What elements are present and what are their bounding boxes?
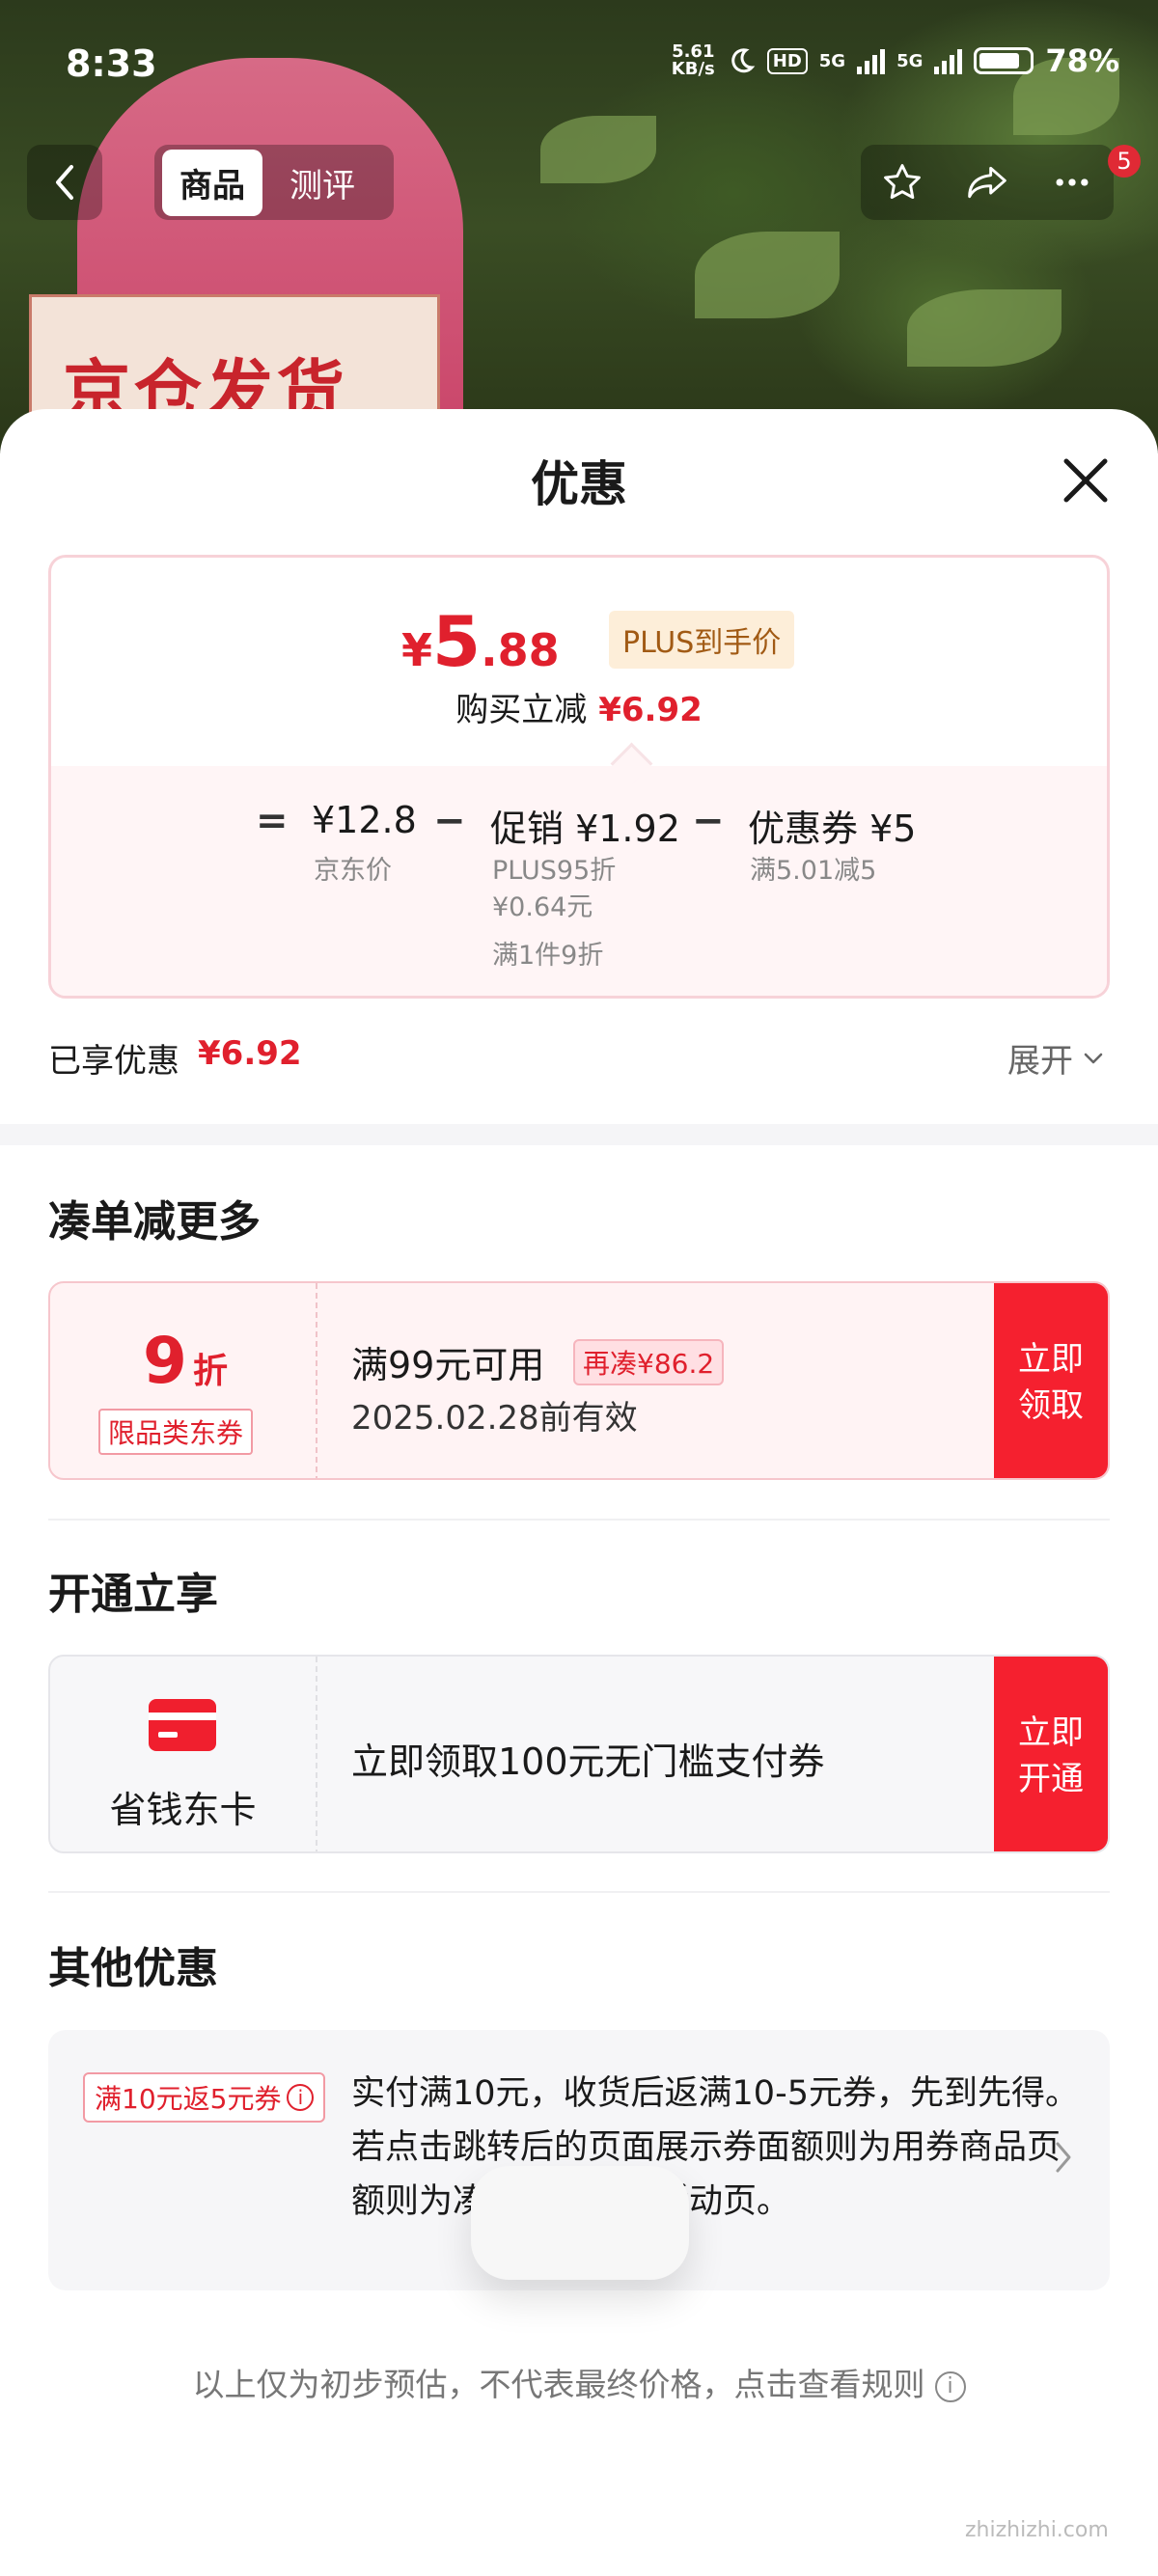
savings-card-brand: 省钱东卡 <box>50 1657 317 1851</box>
savings-card-offer: 省钱东卡 立即领取100元无门槛支付券 立即 开通 <box>48 1655 1110 1853</box>
battery-percent: 78% <box>1045 42 1119 79</box>
sheet-title: 优惠 <box>531 456 627 512</box>
promo-detail-plus: PLUS95折 <box>492 856 617 886</box>
coupon-discount-area: 9 折 限品类东券 <box>50 1283 317 1478</box>
battery-icon <box>974 47 1034 74</box>
savings-card-name: 省钱东卡 <box>109 1789 257 1831</box>
coupon-detail: 满5.01减5 <box>750 856 877 886</box>
enjoyed-discount-value: ¥6.92 <box>198 1034 302 1073</box>
signal-strength-icon <box>934 47 963 74</box>
section-title-open: 开通立享 <box>48 1570 218 1619</box>
signal-2-label: 5G <box>896 50 924 71</box>
open-button-line1: 立即 <box>1018 1713 1084 1752</box>
jd-price-label: 京东价 <box>314 856 392 886</box>
final-price-currency: ¥ <box>401 624 433 676</box>
chevron-left-icon <box>56 165 73 200</box>
minus-sign: − <box>692 799 725 843</box>
leaf-decoration <box>695 232 840 318</box>
final-price-decimal: .88 <box>481 624 560 676</box>
divider <box>48 1519 1110 1521</box>
claim-button-line1: 立即 <box>1018 1340 1084 1379</box>
footer-disclaimer-text: 以上仅为初步预估，不代表最终价格，点击查看规则 <box>192 2366 925 2403</box>
savings-card-desc: 立即领取100元无门槛支付券 <box>351 1740 825 1783</box>
bundle-coupon-card: 9 折 限品类东券 满99元可用 再凑¥86.2 2025.02.28前有效 立… <box>48 1281 1110 1480</box>
share-icon[interactable] <box>964 161 1010 204</box>
promo-discount: 促销 ¥1.92 <box>490 808 680 850</box>
info-icon[interactable]: i <box>287 2084 315 2111</box>
coupon-discount-number: 9 <box>143 1324 187 1398</box>
section-title-bundle: 凑单减更多 <box>48 1197 261 1247</box>
status-time: 8:33 <box>66 42 157 85</box>
promo-detail-quantity: 满1件9折 <box>492 941 604 971</box>
tab-product[interactable]: 商品 <box>162 149 262 216</box>
coupon-condition: 满99元可用 <box>351 1344 545 1386</box>
network-speed: 5.61 KB/s <box>672 43 715 78</box>
coupon-discount-unit: 折 <box>192 1352 228 1391</box>
card-icon <box>149 1699 216 1751</box>
product-tabs: 商品 测评 <box>154 145 394 220</box>
minus-sign: − <box>433 799 466 843</box>
buy-discount-label: 购买立减 <box>455 691 588 729</box>
leaf-decoration <box>540 116 656 183</box>
final-price-integer: 5 <box>432 601 482 682</box>
footer-disclaimer[interactable]: 以上仅为初步预估，不代表最终价格，点击查看规则 i <box>0 2359 1158 2405</box>
back-button[interactable] <box>27 145 102 220</box>
expand-label: 展开 <box>1007 1042 1073 1081</box>
leaf-decoration <box>907 289 1062 367</box>
signal-strength-icon <box>857 47 886 74</box>
buy-discount-line: 购买立减 ¥6.92 <box>51 683 1107 730</box>
equals-sign: = <box>256 799 289 843</box>
coupon-discount: 优惠券 ¥5 <box>748 808 917 850</box>
section-title-other: 其他优惠 <box>48 1944 218 1993</box>
tab-review[interactable]: 测评 <box>272 150 372 216</box>
enjoyed-discount-label: 已享优惠 <box>48 1042 179 1081</box>
section-divider <box>0 1124 1158 1145</box>
signal-1-label: 5G <box>818 50 846 71</box>
more-icon[interactable] <box>1051 161 1093 204</box>
hd-voice-icon: HD <box>766 47 808 74</box>
claim-button-line2: 领取 <box>1018 1386 1084 1425</box>
chevron-right-icon <box>1056 2142 1071 2173</box>
plus-price-tag: PLUS到手价 <box>609 611 795 669</box>
network-speed-unit: KB/s <box>671 59 715 79</box>
star-icon[interactable] <box>881 161 924 204</box>
final-price: ¥ 5 .88 <box>401 601 560 682</box>
promo-detail-amount: ¥0.64元 <box>492 892 593 922</box>
coupon-expiry: 2025.02.28前有效 <box>351 1399 638 1438</box>
notification-badge: 5 <box>1108 145 1141 178</box>
open-card-button[interactable]: 立即 开通 <box>994 1657 1108 1851</box>
rebate-tag: 满10元返5元券 i <box>83 2072 326 2123</box>
watermark: zhizhizhi.com <box>965 2518 1109 2542</box>
info-icon[interactable]: i <box>934 2370 966 2402</box>
floating-overlay <box>471 2166 689 2280</box>
status-bar-right: 5.61 KB/s HD 5G 5G 78% <box>672 42 1119 79</box>
coupon-type-tag: 限品类东券 <box>98 1409 254 1455</box>
expand-button[interactable]: 展开 <box>1007 1034 1106 1082</box>
buy-discount-value: ¥6.92 <box>598 691 703 729</box>
claim-coupon-button[interactable]: 立即 领取 <box>994 1283 1108 1478</box>
rebate-description: 实付满10元，收货后返满10-5元券，先到先得。若点击跳转后的页面展示券面额则为… <box>351 2074 1079 2221</box>
coupon-remaining-tag: 再凑¥86.2 <box>573 1339 725 1385</box>
coupon-discount-value: 9 折 <box>143 1324 228 1398</box>
chevron-down-icon <box>1084 1053 1103 1063</box>
price-summary-card: ¥ 5 .88 PLUS到手价 购买立减 ¥6.92 = ¥12.8 京东价 − … <box>48 555 1110 999</box>
jd-price: ¥12.8 <box>312 799 417 841</box>
open-button-line2: 开通 <box>1018 1760 1084 1798</box>
divider <box>48 1891 1110 1893</box>
moon-icon <box>731 48 756 73</box>
nav-actions <box>861 145 1114 220</box>
close-icon[interactable] <box>1057 452 1115 509</box>
rebate-tag-label: 满10元返5元券 <box>95 2083 282 2115</box>
